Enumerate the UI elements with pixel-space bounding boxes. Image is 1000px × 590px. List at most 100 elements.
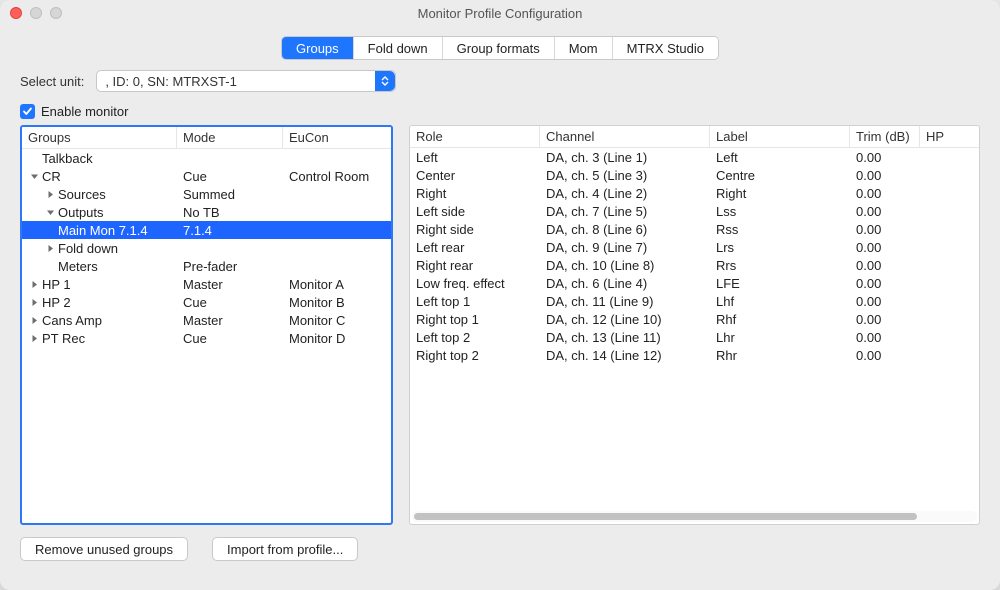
disclosure-right-icon[interactable]: [46, 241, 56, 256]
cell-channel: DA, ch. 7 (Line 5): [540, 204, 710, 219]
groups-panel: Groups Mode EuCon TalkbackCRCueControl R…: [20, 125, 393, 525]
disclosure-down-icon[interactable]: [46, 205, 56, 220]
tree-row[interactable]: Cans AmpMasterMonitor C: [22, 311, 391, 329]
cell-eucon: Control Room: [283, 169, 391, 184]
table-row[interactable]: LeftDA, ch. 3 (Line 1)Left0.00: [410, 148, 979, 166]
table-row[interactable]: CenterDA, ch. 5 (Line 3)Centre0.00: [410, 166, 979, 184]
cell-channel: DA, ch. 9 (Line 7): [540, 240, 710, 255]
tree-row[interactable]: Talkback: [22, 149, 391, 167]
th-mode[interactable]: Mode: [177, 127, 283, 148]
cell-label: Left: [710, 150, 850, 165]
select-unit-dropdown[interactable]: , ID: 0, SN: MTRXST-1: [96, 70, 396, 92]
channels-header: Role Channel Label Trim (dB) HP: [410, 126, 979, 148]
cell-mode: Summed: [177, 187, 283, 202]
cell-channel: DA, ch. 8 (Line 6): [540, 222, 710, 237]
cell-channel: DA, ch. 13 (Line 11): [540, 330, 710, 345]
cell-name: Cans Amp: [22, 313, 177, 328]
cell-label: Rss: [710, 222, 850, 237]
tab-mtrx-studio[interactable]: MTRX Studio: [613, 37, 718, 59]
horizontal-scrollbar[interactable]: [412, 511, 977, 522]
cell-label: Right: [710, 186, 850, 201]
tree-row[interactable]: MetersPre-fader: [22, 257, 391, 275]
cell-name: Fold down: [22, 241, 177, 256]
th-trim[interactable]: Trim (dB): [850, 126, 920, 147]
tree-row[interactable]: HP 1MasterMonitor A: [22, 275, 391, 293]
table-row[interactable]: Left top 2DA, ch. 13 (Line 11)Lhr0.00: [410, 328, 979, 346]
cell-role: Right top 1: [410, 312, 540, 327]
cell-trim: 0.00: [850, 168, 920, 183]
cell-mode: 7.1.4: [177, 223, 283, 238]
cell-role: Center: [410, 168, 540, 183]
import-profile-button[interactable]: Import from profile...: [212, 537, 358, 561]
disclosure-right-icon[interactable]: [46, 187, 56, 202]
cell-role: Left top 1: [410, 294, 540, 309]
table-row[interactable]: Right sideDA, ch. 8 (Line 6)Rss0.00: [410, 220, 979, 238]
th-groups[interactable]: Groups: [22, 127, 177, 148]
disclosure-right-icon[interactable]: [30, 331, 40, 346]
cell-label: Rhr: [710, 348, 850, 363]
tab-group-formats[interactable]: Group formats: [443, 37, 555, 59]
scrollbar-thumb[interactable]: [414, 513, 917, 520]
window-title: Monitor Profile Configuration: [10, 6, 990, 21]
cell-label: Lhr: [710, 330, 850, 345]
cell-name: PT Rec: [22, 331, 177, 346]
cell-trim: 0.00: [850, 222, 920, 237]
groups-header: Groups Mode EuCon: [22, 127, 391, 149]
table-row[interactable]: Low freq. effectDA, ch. 6 (Line 4)LFE0.0…: [410, 274, 979, 292]
disclosure-right-icon[interactable]: [30, 277, 40, 292]
unit-row: Select unit: , ID: 0, SN: MTRXST-1: [20, 70, 980, 92]
cell-trim: 0.00: [850, 276, 920, 291]
remove-unused-button[interactable]: Remove unused groups: [20, 537, 188, 561]
th-eucon[interactable]: EuCon: [283, 127, 391, 148]
table-row[interactable]: Left rearDA, ch. 9 (Line 7)Lrs0.00: [410, 238, 979, 256]
table-row[interactable]: Left sideDA, ch. 7 (Line 5)Lss0.00: [410, 202, 979, 220]
table-row[interactable]: Left top 1DA, ch. 11 (Line 9)Lhf0.00: [410, 292, 979, 310]
th-channel[interactable]: Channel: [540, 126, 710, 147]
select-unit-value: , ID: 0, SN: MTRXST-1: [105, 74, 236, 89]
cell-trim: 0.00: [850, 150, 920, 165]
cell-label: Lss: [710, 204, 850, 219]
cell-role: Left top 2: [410, 330, 540, 345]
content: GroupsFold downGroup formatsMomMTRX Stud…: [0, 26, 1000, 561]
cell-channel: DA, ch. 14 (Line 12): [540, 348, 710, 363]
tab-fold-down[interactable]: Fold down: [354, 37, 443, 59]
groups-body: TalkbackCRCueControl RoomSourcesSummedOu…: [22, 149, 391, 347]
tree-row[interactable]: CRCueControl Room: [22, 167, 391, 185]
cell-role: Left side: [410, 204, 540, 219]
table-row[interactable]: RightDA, ch. 4 (Line 2)Right0.00: [410, 184, 979, 202]
th-hp[interactable]: HP: [920, 126, 950, 147]
disclosure-down-icon[interactable]: [30, 169, 40, 184]
tree-row[interactable]: OutputsNo TB: [22, 203, 391, 221]
cell-channel: DA, ch. 5 (Line 3): [540, 168, 710, 183]
dropdown-arrows-icon: [375, 71, 395, 91]
tree-row[interactable]: HP 2CueMonitor B: [22, 293, 391, 311]
cell-channel: DA, ch. 12 (Line 10): [540, 312, 710, 327]
cell-trim: 0.00: [850, 186, 920, 201]
tree-row[interactable]: SourcesSummed: [22, 185, 391, 203]
tree-row[interactable]: Main Mon 7.1.47.1.4: [22, 221, 391, 239]
cell-name: Sources: [22, 187, 177, 202]
cell-eucon: Monitor A: [283, 277, 391, 292]
cell-trim: 0.00: [850, 294, 920, 309]
enable-monitor-checkbox[interactable]: [20, 104, 35, 119]
table-row[interactable]: Right top 1DA, ch. 12 (Line 10)Rhf0.00: [410, 310, 979, 328]
tree-row[interactable]: PT RecCueMonitor D: [22, 329, 391, 347]
cell-mode: Pre-fader: [177, 259, 283, 274]
table-row[interactable]: Right rearDA, ch. 10 (Line 8)Rrs0.00: [410, 256, 979, 274]
table-row[interactable]: Right top 2DA, ch. 14 (Line 12)Rhr0.00: [410, 346, 979, 364]
disclosure-right-icon[interactable]: [30, 313, 40, 328]
buttons-row: Remove unused groups Import from profile…: [20, 537, 980, 561]
cell-channel: DA, ch. 10 (Line 8): [540, 258, 710, 273]
th-role[interactable]: Role: [410, 126, 540, 147]
cell-mode: Master: [177, 313, 283, 328]
cell-trim: 0.00: [850, 240, 920, 255]
tab-groups[interactable]: Groups: [282, 37, 354, 59]
disclosure-right-icon[interactable]: [30, 295, 40, 310]
tab-segment: GroupsFold downGroup formatsMomMTRX Stud…: [281, 36, 719, 60]
panels: Groups Mode EuCon TalkbackCRCueControl R…: [20, 125, 980, 525]
tab-mom[interactable]: Mom: [555, 37, 613, 59]
th-label[interactable]: Label: [710, 126, 850, 147]
cell-label: LFE: [710, 276, 850, 291]
tree-row[interactable]: Fold down: [22, 239, 391, 257]
cell-name: Main Mon 7.1.4: [22, 223, 177, 238]
